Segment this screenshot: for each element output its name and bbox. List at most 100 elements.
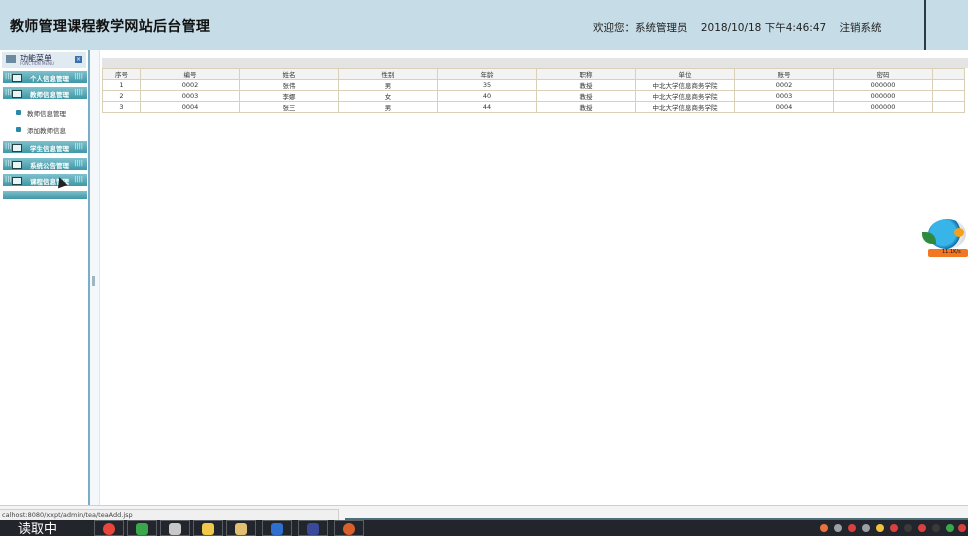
- taskbar-app-eclipse[interactable]: [298, 520, 328, 536]
- sidebar-item-label: 个人信息管理: [30, 75, 69, 83]
- tray-icon[interactable]: [946, 524, 954, 532]
- sidebar-item-personal-info[interactable]: ||| 个人信息管理 ||||: [3, 71, 87, 83]
- table-cell: 3: [102, 101, 141, 113]
- grip-icon: |||: [5, 73, 12, 80]
- table-row: 3 0004 张三 男 44 教授 中北大学信息商务学院 0004 000000: [102, 101, 965, 113]
- table-cell: 0002: [140, 79, 240, 91]
- menu-header: 功能菜单 FUNCTION MENU ×: [2, 52, 86, 68]
- grip-icon: |||: [5, 89, 12, 96]
- monitor-icon: [12, 161, 22, 169]
- taskbar-app-chart[interactable]: [160, 520, 190, 536]
- menu-icon: [6, 55, 16, 63]
- vpn-shield-icon: [271, 523, 283, 535]
- grip-icon: ||||: [74, 176, 83, 183]
- table-cell: 女: [338, 90, 438, 102]
- monitor-icon: [12, 144, 22, 152]
- table-cell: 男: [338, 101, 438, 113]
- os-taskbar: 读取中: [0, 520, 968, 536]
- app-header: 教师管理课程教学网站后台管理 欢迎您：系统管理员 2018/10/18 下午4:…: [0, 0, 924, 50]
- grip-icon: ||||: [74, 160, 83, 167]
- tray-icon[interactable]: [862, 524, 870, 532]
- tray-icon[interactable]: [918, 524, 926, 532]
- sidebar-menu: 功能菜单 FUNCTION MENU × ||| 个人信息管理 |||| |||…: [0, 50, 90, 505]
- grip-icon: ||||: [74, 143, 83, 150]
- column-header: 序号: [102, 68, 141, 80]
- table-cell: 教授: [536, 90, 636, 102]
- tray-icon[interactable]: [958, 524, 966, 532]
- tray-icon[interactable]: [876, 524, 884, 532]
- sidebar-item-label: 系统公告管理: [30, 162, 69, 170]
- table-cell: 0003: [734, 90, 834, 102]
- taskbar-status-text: 读取中: [18, 522, 58, 537]
- browser-green-icon: [136, 523, 148, 535]
- collapse-menu-icon[interactable]: ×: [75, 56, 82, 63]
- monitor-icon: [12, 177, 22, 185]
- tray-icon[interactable]: [932, 524, 940, 532]
- grip-icon: ||||: [74, 89, 83, 96]
- menu-footer: [3, 191, 87, 199]
- sidebar-item-label: 学生信息管理: [30, 145, 69, 153]
- table-cell: 0004: [140, 101, 240, 113]
- datetime-text: 2018/10/18 下午4:46:47: [700, 22, 827, 34]
- table-cell: 000000: [833, 101, 933, 113]
- monitor-icon: [12, 74, 22, 82]
- column-header: 密码: [833, 68, 933, 80]
- fish-icon: [954, 228, 964, 237]
- sidebar-subitem-label: 添加教师信息: [27, 127, 66, 135]
- table-cell: 0002: [734, 79, 834, 91]
- sidebar-item-teacher-info[interactable]: ||| 教师信息管理 ||||: [3, 87, 87, 99]
- grip-icon: |||: [5, 160, 12, 167]
- tray-icon[interactable]: [848, 524, 856, 532]
- monitor-icon: [12, 90, 22, 98]
- table-cell: [932, 101, 965, 113]
- bullet-icon: [16, 110, 21, 115]
- window-edge: [924, 0, 968, 50]
- table-cell: 2: [102, 90, 141, 102]
- bullet-icon: [16, 127, 21, 132]
- column-header: 职称: [536, 68, 636, 80]
- tray-icon[interactable]: [890, 524, 898, 532]
- eclipse-icon: [307, 523, 319, 535]
- column-header: [932, 68, 965, 80]
- main-content: 序号 编号 姓名 性别 年龄 职称 单位 账号 密码 1 0002 张伟 男 3…: [100, 50, 968, 505]
- tray-icon[interactable]: [834, 524, 842, 532]
- table-cell: 44: [437, 101, 537, 113]
- table-cell: 张三: [239, 101, 339, 113]
- table-cell: 教授: [536, 101, 636, 113]
- network-speed-widget[interactable]: 11.1K/s: [922, 218, 968, 258]
- splitter-handle-icon[interactable]: [92, 276, 95, 286]
- tray-icon[interactable]: [820, 524, 828, 532]
- game-app-icon: [343, 523, 355, 535]
- speed-text: 11.1K/s: [942, 249, 961, 255]
- chrome-icon: [103, 523, 115, 535]
- taskbar-app-chrome[interactable]: [94, 520, 124, 536]
- browser-status-bar: calhost:8080/xxpt/admin/tea/teaAdd.jsp: [0, 505, 968, 523]
- table-toolbar: [102, 58, 968, 68]
- document-icon: [235, 523, 247, 535]
- taskbar-app-folder[interactable]: [193, 520, 223, 536]
- page-title: 教师管理课程教学网站后台管理: [10, 19, 211, 35]
- taskbar-app-vpn[interactable]: [262, 520, 292, 536]
- logout-link[interactable]: 注销系统: [840, 22, 882, 34]
- table-cell: 1: [102, 79, 141, 91]
- table-cell: [932, 90, 965, 102]
- table-header-row: 序号 编号 姓名 性别 年龄 职称 单位 账号 密码: [102, 68, 965, 80]
- panel-splitter[interactable]: [90, 50, 100, 505]
- table-row: 1 0002 张伟 男 35 教授 中北大学信息商务学院 0002 000000: [102, 79, 965, 91]
- teacher-table: 序号 编号 姓名 性别 年龄 职称 单位 账号 密码 1 0002 张伟 男 3…: [102, 68, 965, 113]
- tray-icon[interactable]: [904, 524, 912, 532]
- sidebar-item-announcements[interactable]: ||| 系统公告管理 ||||: [3, 158, 87, 170]
- taskbar-app-game[interactable]: [334, 520, 364, 536]
- taskbar-app-browser[interactable]: [127, 520, 157, 536]
- column-header: 性别: [338, 68, 438, 80]
- taskbar-app-document[interactable]: [226, 520, 256, 536]
- table-cell: 李娜: [239, 90, 339, 102]
- sidebar-item-course-info[interactable]: ||| 课程信息管理 ||||: [3, 174, 87, 186]
- table-cell: 中北大学信息商务学院: [635, 90, 735, 102]
- folder-icon: [202, 523, 214, 535]
- sidebar-item-student-info[interactable]: ||| 学生信息管理 ||||: [3, 141, 87, 153]
- chart-app-icon: [169, 523, 181, 535]
- menu-subtitle: FUNCTION MENU: [20, 61, 54, 66]
- grip-icon: |||: [5, 176, 12, 183]
- table-cell: 0004: [734, 101, 834, 113]
